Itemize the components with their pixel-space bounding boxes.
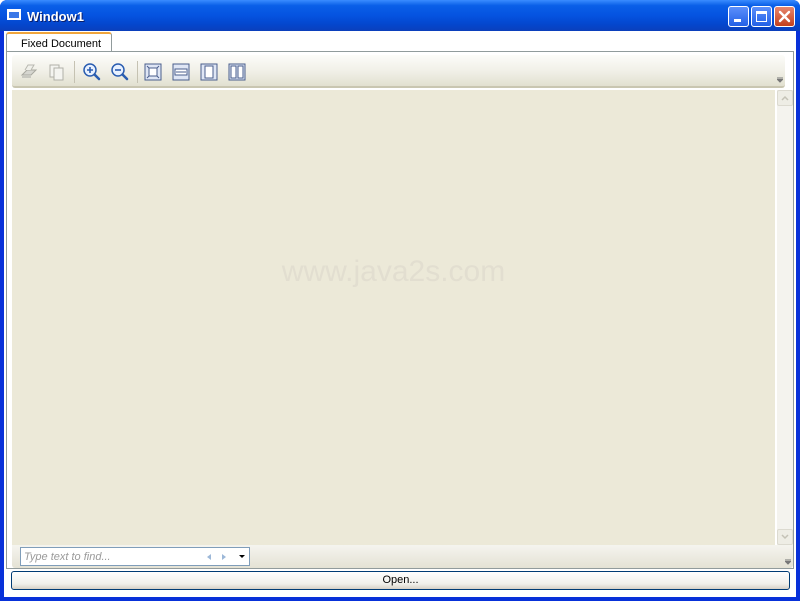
print-icon[interactable] — [19, 62, 39, 82]
client-area: Fixed Document www.java2s.com Type text … — [4, 31, 796, 597]
zoom-out-icon[interactable] — [110, 62, 130, 82]
toolbar-overflow-icon[interactable] — [777, 77, 783, 83]
application-window: Window1 Fixed Document www.java2s.com Ty… — [0, 0, 800, 601]
chevron-up-icon — [781, 95, 789, 101]
vertical-scrollbar[interactable] — [777, 90, 793, 545]
close-icon — [778, 10, 791, 23]
minimize-button[interactable] — [728, 6, 749, 27]
title-bar[interactable]: Window1 — [0, 0, 800, 31]
find-previous-icon[interactable] — [205, 553, 213, 561]
maximize-button[interactable] — [751, 6, 772, 27]
document-viewer-panel: www.java2s.com — [6, 51, 794, 569]
copy-icon[interactable] — [47, 62, 67, 82]
document-page-area[interactable]: www.java2s.com — [12, 90, 775, 545]
tab-fixed-document[interactable]: Fixed Document — [6, 32, 112, 52]
window-title: Window1 — [27, 9, 84, 24]
find-box — [20, 547, 250, 566]
two-pages-icon[interactable] — [227, 62, 247, 82]
scroll-down-button[interactable] — [777, 529, 793, 545]
toolbar-separator — [74, 61, 75, 83]
maximize-icon — [756, 11, 767, 22]
viewer-toolbar — [12, 55, 785, 88]
chevron-down-icon — [781, 534, 789, 540]
find-input[interactable] — [24, 550, 199, 564]
scroll-up-button[interactable] — [777, 90, 793, 106]
close-button[interactable] — [774, 6, 795, 27]
zoom-in-icon[interactable] — [82, 62, 102, 82]
open-button[interactable]: Open... — [11, 571, 790, 590]
find-options-dropdown-icon[interactable] — [234, 548, 250, 565]
fit-width-icon[interactable] — [171, 62, 191, 82]
toolbar-separator — [137, 61, 138, 83]
minimize-icon — [734, 19, 741, 22]
whole-page-icon[interactable] — [199, 62, 219, 82]
find-next-icon[interactable] — [220, 553, 228, 561]
find-toolbar — [12, 545, 793, 568]
findbar-overflow-icon[interactable] — [785, 559, 791, 565]
window-icon — [7, 9, 21, 20]
actual-size-icon[interactable] — [143, 62, 163, 82]
watermark-text: www.java2s.com — [281, 255, 506, 288]
tab-label: Fixed Document — [21, 38, 102, 50]
